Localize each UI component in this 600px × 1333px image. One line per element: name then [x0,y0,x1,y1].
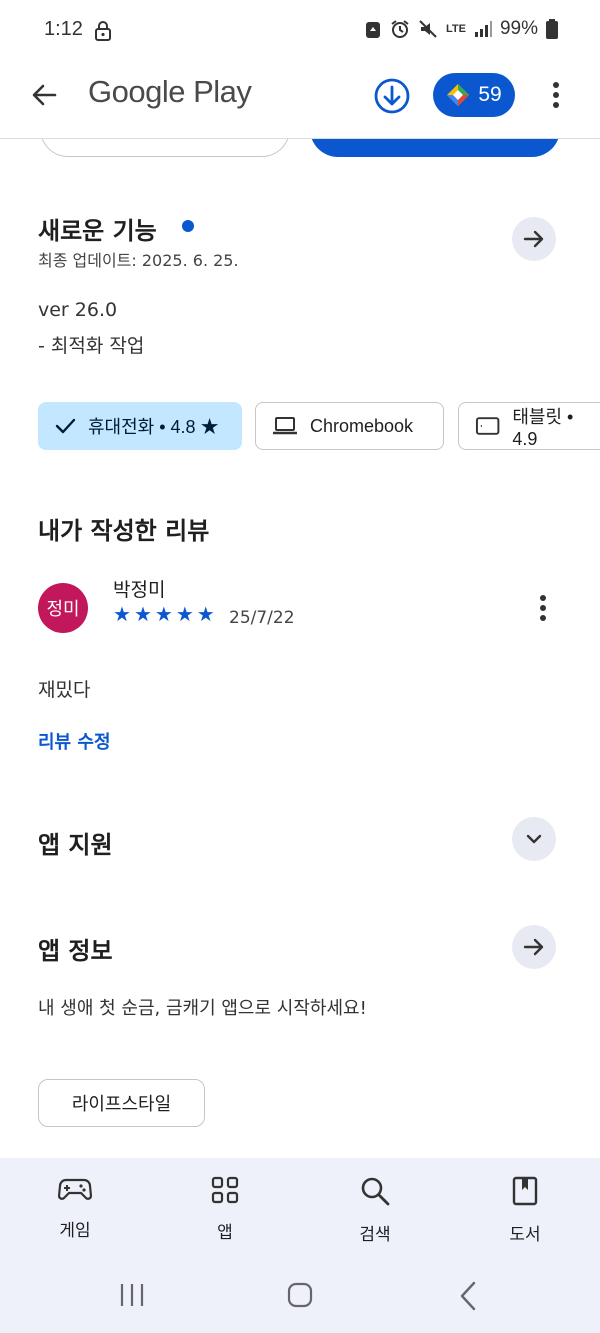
app-support-expand-button[interactable] [512,817,556,861]
chip-chromebook-label: Chromebook [310,415,414,436]
chip-chromebook[interactable]: Chromebook [255,402,444,450]
star-icon: ★ [154,602,173,626]
nav-apps[interactable]: 앱 [175,1176,275,1243]
chevron-down-icon [526,834,542,844]
category-chip[interactable]: 라이프스타일 [38,1079,205,1127]
lock-icon [95,21,111,41]
version-text: ver 26.0 [38,299,118,321]
search-icon [361,1177,390,1206]
nav-books[interactable]: 도서 [475,1176,575,1245]
new-indicator-dot [182,220,194,232]
review-text: 재밌다 [38,679,91,701]
whats-new-arrow-button[interactable] [512,217,556,261]
recent-apps-icon[interactable] [118,1282,146,1308]
book-icon [512,1176,538,1206]
avatar: 정미 [38,583,88,633]
battery-percent: 99% [499,18,538,39]
nav-games[interactable]: 게임 [25,1176,125,1241]
review-date: 25/7/22 [229,608,295,628]
play-points-icon [447,84,470,106]
star-icon: ★ [133,602,152,626]
alarm-icon [391,20,409,38]
laptop-icon [273,417,297,435]
mute-icon [419,20,437,38]
play-points-badge[interactable]: 59 [433,73,515,117]
arrow-right-icon [523,938,544,956]
nav-games-label: 게임 [59,1221,91,1241]
whats-new-title: 새로운 기능 [38,217,157,245]
network-type: LTE [446,23,466,35]
app-info-title: 앱 정보 [38,937,113,965]
nav-search-label: 검색 [359,1225,391,1245]
star-icon: ★ [196,602,215,626]
nav-apps-label: 앱 [217,1223,233,1243]
back-nav-icon[interactable] [458,1281,478,1311]
nav-books-label: 도서 [509,1225,541,1245]
more-vert-icon[interactable] [548,80,564,110]
arrow-right-icon [523,230,544,248]
home-icon[interactable] [286,1281,314,1309]
whats-new-updated: 최종 업데이트: 2025. 6. 25. [38,251,239,270]
review-more-icon[interactable] [535,594,551,624]
edit-review-link[interactable]: 리뷰 수정 [38,728,111,754]
app-bar-divider [0,138,600,139]
back-arrow-icon[interactable] [30,81,58,109]
tablet-icon [475,417,500,435]
chip-phone-label: 휴대전화 • 4.8 ★ [88,417,219,437]
battery-icon [546,19,558,39]
app-info-arrow-button[interactable] [512,925,556,969]
bottom-navigation: 게임 앱 검색 도서 [0,1158,600,1333]
app-description: 내 생애 첫 순금, 금캐기 앱으로 시작하세요! [38,998,367,1019]
points-count: 59 [478,83,502,106]
gamepad-icon [58,1178,92,1200]
chip-phone[interactable]: 휴대전화 • 4.8 ★ [38,402,242,450]
star-icon: ★ [113,602,131,626]
signal-icon [474,21,492,37]
download-icon[interactable] [373,77,411,115]
review-stars: ★ ★ ★ ★ ★ [113,604,215,624]
recycle-icon [366,22,380,38]
chip-tablet[interactable]: 태블릿 • 4.9 [458,402,600,450]
check-icon [55,418,76,434]
update-note: - 최적화 작업 [38,335,145,357]
app-support-title: 앱 지원 [38,831,113,859]
review-author: 박정미 [113,579,166,601]
my-review-title: 내가 작성한 리뷰 [38,517,210,545]
apps-grid-icon [211,1176,239,1204]
nav-search[interactable]: 검색 [325,1176,425,1245]
star-icon: ★ [175,602,194,626]
app-bar-title: Google Play [88,74,252,109]
status-time: 1:12 [44,18,83,40]
status-icons: LTE 99% [364,18,558,40]
chip-tablet-label: 태블릿 • 4.9 [512,406,574,449]
